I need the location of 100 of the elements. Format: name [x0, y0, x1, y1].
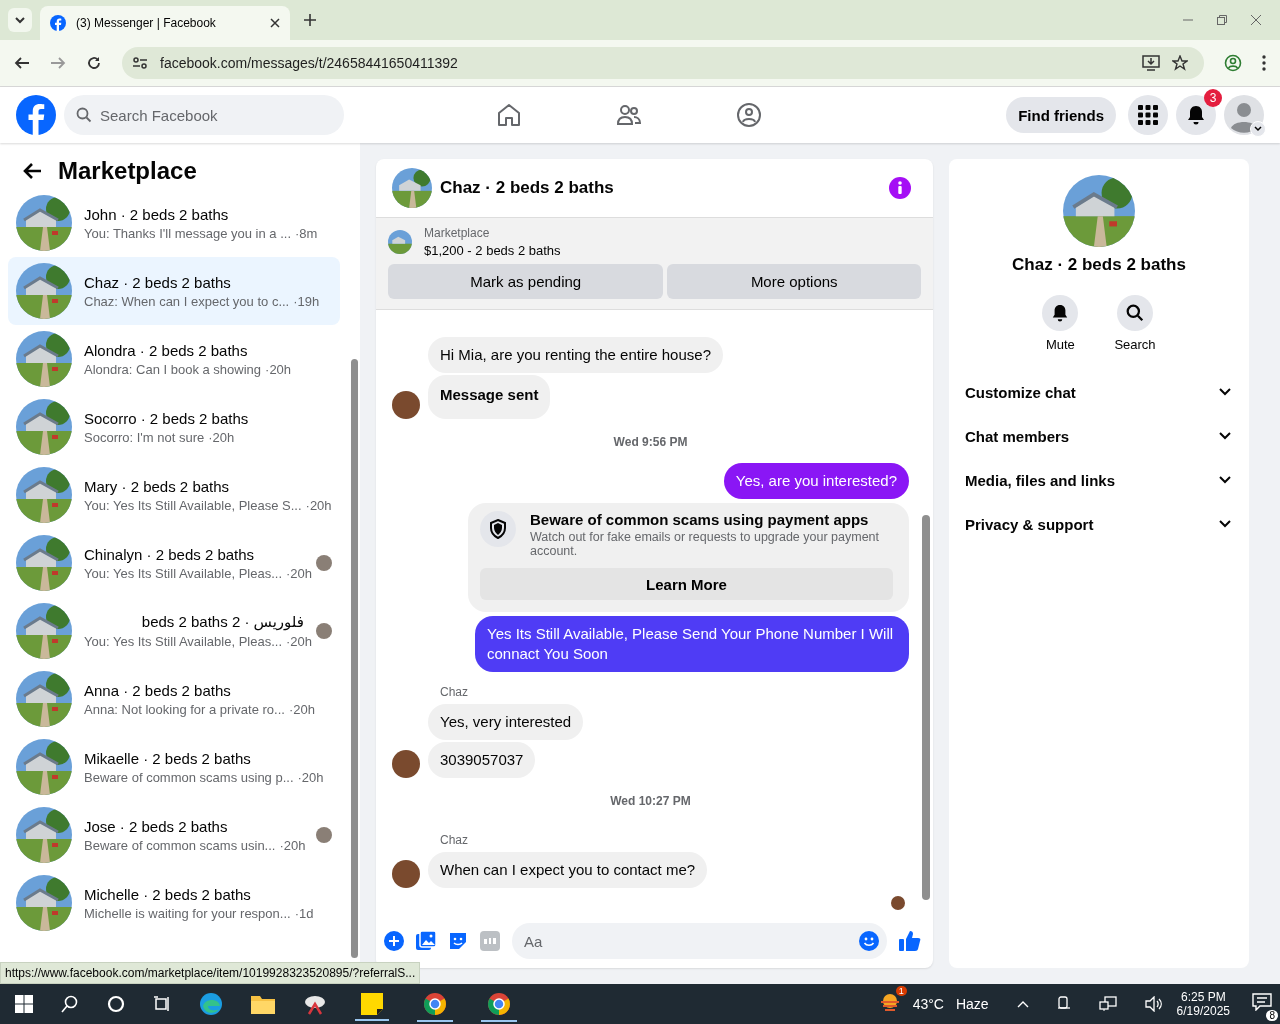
- listing-action-button[interactable]: More options: [667, 264, 921, 299]
- conversation-title: Jose · 2 beds 2 baths: [84, 817, 229, 835]
- conversation-item[interactable]: John · 2 beds 2 baths You: Thanks I'll message you in a ... ·8m: [8, 189, 340, 257]
- back-icon[interactable]: [14, 55, 30, 71]
- learn-more-button[interactable]: Learn More: [480, 568, 893, 600]
- message-preview: Beware of common scams usin...: [84, 837, 276, 853]
- friends-icon[interactable]: [616, 102, 642, 128]
- forward-icon[interactable]: [50, 55, 66, 71]
- image-icon[interactable]: [416, 931, 436, 951]
- conversation-title: فلوريس · 2 beds 2 baths: [140, 613, 304, 631]
- clock-time: 6:25 PM: [1180, 990, 1226, 1004]
- groups-icon[interactable]: [736, 102, 762, 128]
- house-photo-icon: [16, 535, 72, 591]
- mute-button[interactable]: [1042, 295, 1079, 331]
- menu-icon[interactable]: [1262, 55, 1266, 71]
- sender-name: Chaz: [440, 833, 468, 847]
- tab-search-button[interactable]: [8, 8, 32, 32]
- conversation-item[interactable]: Michelle · 2 beds 2 baths Michelle is waiting for your respon... ·1d: [8, 869, 340, 937]
- clock-date: 6/19/2025: [1176, 1004, 1230, 1018]
- listing-action-button[interactable]: Mark as pending: [388, 264, 664, 299]
- caret-icon: [14, 14, 26, 26]
- caret-icon[interactable]: [1250, 121, 1266, 137]
- message-preview: You: Yes Its Still Available, Pleas...: [84, 565, 283, 581]
- house-photo-icon: [16, 807, 72, 863]
- message-input[interactable]: Aa: [512, 923, 887, 959]
- search-icon: [76, 107, 92, 123]
- sticker-icon[interactable]: [448, 931, 468, 951]
- find-friends-button[interactable]: Find friends: [1006, 97, 1116, 133]
- conversation-item[interactable]: Anna · 2 beds 2 baths Anna: Not looking for a private ro... ·20h: [8, 665, 340, 733]
- section-header[interactable]: Media, files and links: [957, 458, 1241, 502]
- conversation-item[interactable]: Jose · 2 beds 2 baths Beware of common scams usin... ·20h: [8, 801, 340, 869]
- house-photo-icon: [16, 739, 72, 795]
- edge-icon[interactable]: [199, 992, 223, 1016]
- restore-icon[interactable]: [1216, 14, 1228, 26]
- notification-count: 8: [1266, 1010, 1278, 1021]
- task-view-icon[interactable]: [153, 995, 171, 1013]
- message-preview: Socorro: I'm not sure: [84, 429, 205, 445]
- search-button[interactable]: [1117, 295, 1153, 331]
- thumbs-up-icon[interactable]: [899, 930, 921, 952]
- message-bubble: 3039057037: [428, 742, 536, 778]
- read-receipt-avatar: [891, 896, 905, 910]
- section-header[interactable]: Customize chat: [957, 370, 1241, 414]
- house-photo-icon: [16, 263, 72, 319]
- close-icon[interactable]: [270, 18, 280, 28]
- folder-icon[interactable]: [251, 994, 275, 1014]
- windows-start-icon[interactable]: [15, 995, 33, 1013]
- house-photo-icon: [388, 230, 412, 254]
- grid-icon: [1138, 105, 1158, 125]
- address-bar[interactable]: facebook.com/messages/t/24658441650411392: [122, 47, 1204, 79]
- conversation-item[interactable]: Socorro · 2 beds 2 baths Socorro: I'm not sure ·20h: [8, 393, 340, 461]
- search-field[interactable]: Search Facebook: [64, 95, 344, 135]
- notification-center-icon[interactable]: [1252, 993, 1272, 1011]
- site-settings-icon[interactable]: [132, 56, 148, 70]
- plus-icon[interactable]: [384, 931, 404, 951]
- install-app-icon[interactable]: [1142, 55, 1160, 71]
- profile-icon[interactable]: [1224, 54, 1242, 72]
- new-tab-icon[interactable]: [304, 14, 316, 26]
- sticky-note-icon[interactable]: [361, 993, 383, 1015]
- conversation-item[interactable]: Chinalyn · 2 beds 2 baths You: Yes Its Still Available, Pleas... ·20h: [8, 529, 340, 597]
- bell-icon: [1186, 105, 1206, 125]
- message-preview: Chaz: When can I expect you to c...: [84, 293, 290, 309]
- listing-title: $1,200 - 2 beds 2 baths: [424, 243, 561, 258]
- sender-name: Chaz: [440, 685, 468, 699]
- listing-label: Marketplace: [424, 226, 491, 240]
- sender-avatar: [392, 750, 420, 778]
- back-arrow-icon[interactable]: [22, 162, 42, 180]
- timestamp: ·20h: [286, 634, 313, 649]
- star-icon[interactable]: [1172, 55, 1188, 71]
- conversation-item[interactable]: Mikaelle · 2 beds 2 baths Beware of common scams using p... ·20h: [8, 733, 340, 801]
- browser-tab[interactable]: (3) Messenger | Facebook: [40, 6, 290, 40]
- info-icon[interactable]: [889, 177, 911, 199]
- emoji-icon[interactable]: [859, 931, 879, 951]
- chrome-icon[interactable]: [487, 992, 511, 1016]
- section-header[interactable]: Privacy & support: [957, 502, 1241, 546]
- home-icon[interactable]: [496, 102, 522, 128]
- bell-icon: [1051, 304, 1070, 322]
- person-silhouette-icon: [1224, 95, 1264, 135]
- weather-badge: 1: [895, 986, 907, 996]
- search-icon: [1126, 304, 1144, 322]
- conversation-item[interactable]: Mary · 2 beds 2 baths You: Yes Its Still Available, Please S... ·20h: [8, 461, 340, 529]
- conversation-item[interactable]: Alondra · 2 beds 2 baths Alondra: Can I book a showing ·20h: [8, 325, 340, 393]
- search-icon[interactable]: [61, 995, 79, 1013]
- timestamp: ·8m: [295, 225, 318, 241]
- action-label: Search: [1114, 337, 1156, 352]
- reload-icon[interactable]: [86, 55, 102, 71]
- temperature-text: 43°C: [912, 996, 944, 1012]
- apps-button[interactable]: [1128, 95, 1168, 135]
- seen-avatar: [316, 623, 332, 639]
- section-header[interactable]: Chat members: [957, 414, 1241, 458]
- chevron-up-icon[interactable]: [1016, 1000, 1029, 1008]
- notifications-button[interactable]: [1176, 95, 1216, 135]
- chrome-icon[interactable]: [423, 992, 447, 1016]
- network-icon[interactable]: [1098, 996, 1117, 1012]
- message-preview: Beware of common scams using p...: [84, 769, 294, 785]
- conversation-item[interactable]: Chaz · 2 beds 2 baths Chaz: When can I expect you to c... ·19h: [8, 257, 340, 325]
- sender-avatar: [392, 860, 420, 888]
- speaker-icon[interactable]: [1144, 996, 1163, 1012]
- warning-text: Watch out for fake emails or requests to upgrade your payment account.: [530, 530, 881, 558]
- message-preview: Michelle is waiting for your respon...: [84, 905, 291, 921]
- facebook-logo-icon[interactable]: [16, 95, 56, 135]
